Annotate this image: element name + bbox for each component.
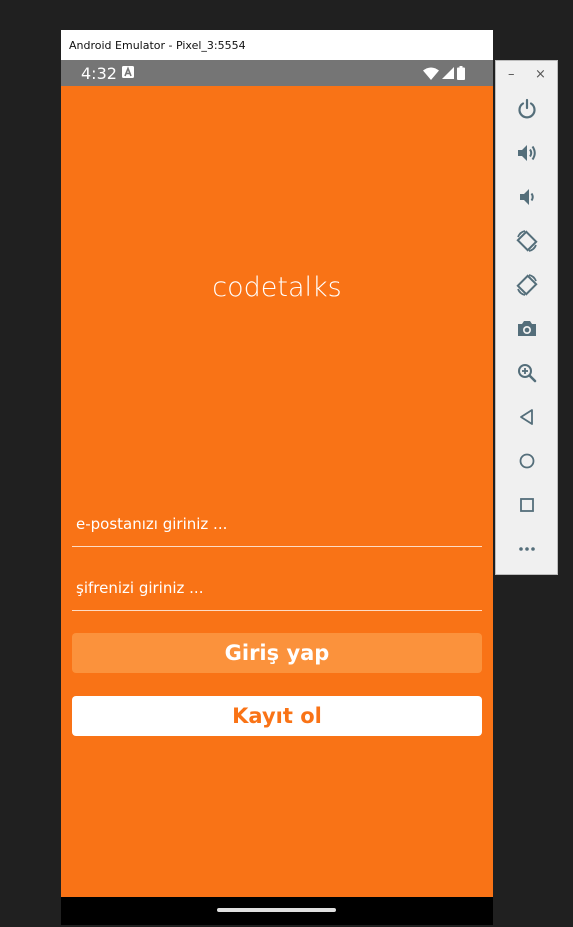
login-button-label: Giriş yap <box>224 641 330 665</box>
emulator-control-panel: – × <box>495 60 558 575</box>
email-field-container <box>72 505 482 547</box>
more-icon <box>519 547 535 551</box>
zoom-button[interactable] <box>510 356 544 390</box>
screenshot-button[interactable] <box>510 312 544 346</box>
rotate-left-icon <box>516 230 538 252</box>
status-icons <box>423 65 465 81</box>
zoom-icon <box>518 364 537 383</box>
home-button[interactable] <box>510 444 544 478</box>
register-button[interactable]: Kayıt ol <box>72 696 482 736</box>
a-notification-icon <box>122 66 134 78</box>
close-button[interactable]: × <box>535 67 546 82</box>
register-button-label: Kayıt ol <box>232 704 322 728</box>
status-time: 4:32 <box>81 64 117 83</box>
camera-icon <box>518 321 536 336</box>
more-button[interactable] <box>510 532 544 566</box>
battery-icon <box>457 66 465 80</box>
overview-button[interactable] <box>510 488 544 522</box>
power-icon <box>518 98 536 119</box>
status-bar: 4:32 <box>61 60 493 86</box>
signal-icon <box>442 67 454 79</box>
volume-up-icon <box>518 145 536 161</box>
home-gesture-pill[interactable] <box>217 908 336 912</box>
password-input[interactable] <box>76 577 472 599</box>
back-icon <box>520 409 533 425</box>
window-title: Android Emulator - Pixel_3:5554 <box>69 38 246 52</box>
overview-icon <box>520 498 534 512</box>
emulator-window-titlebar[interactable]: Android Emulator - Pixel_3:5554 <box>61 30 493 60</box>
navigation-bar <box>61 897 493 925</box>
device-screen: 4:32 codetalks Giriş yap Kayıt ol <box>61 60 493 925</box>
login-button[interactable]: Giriş yap <box>72 633 482 673</box>
home-icon <box>519 453 535 469</box>
back-button[interactable] <box>510 400 544 434</box>
minimize-button[interactable]: – <box>508 67 515 82</box>
password-field-container <box>72 569 482 611</box>
app-title: codetalks <box>212 272 342 303</box>
wifi-icon <box>423 67 439 80</box>
rotate-right-icon <box>516 274 538 296</box>
email-input[interactable] <box>76 513 472 535</box>
rotate-left-button[interactable] <box>510 224 544 258</box>
volume-down-icon <box>520 189 534 205</box>
rotate-right-button[interactable] <box>510 268 544 302</box>
power-button[interactable] <box>510 92 544 126</box>
volume-up-button[interactable] <box>510 136 544 170</box>
volume-down-button[interactable] <box>510 180 544 214</box>
